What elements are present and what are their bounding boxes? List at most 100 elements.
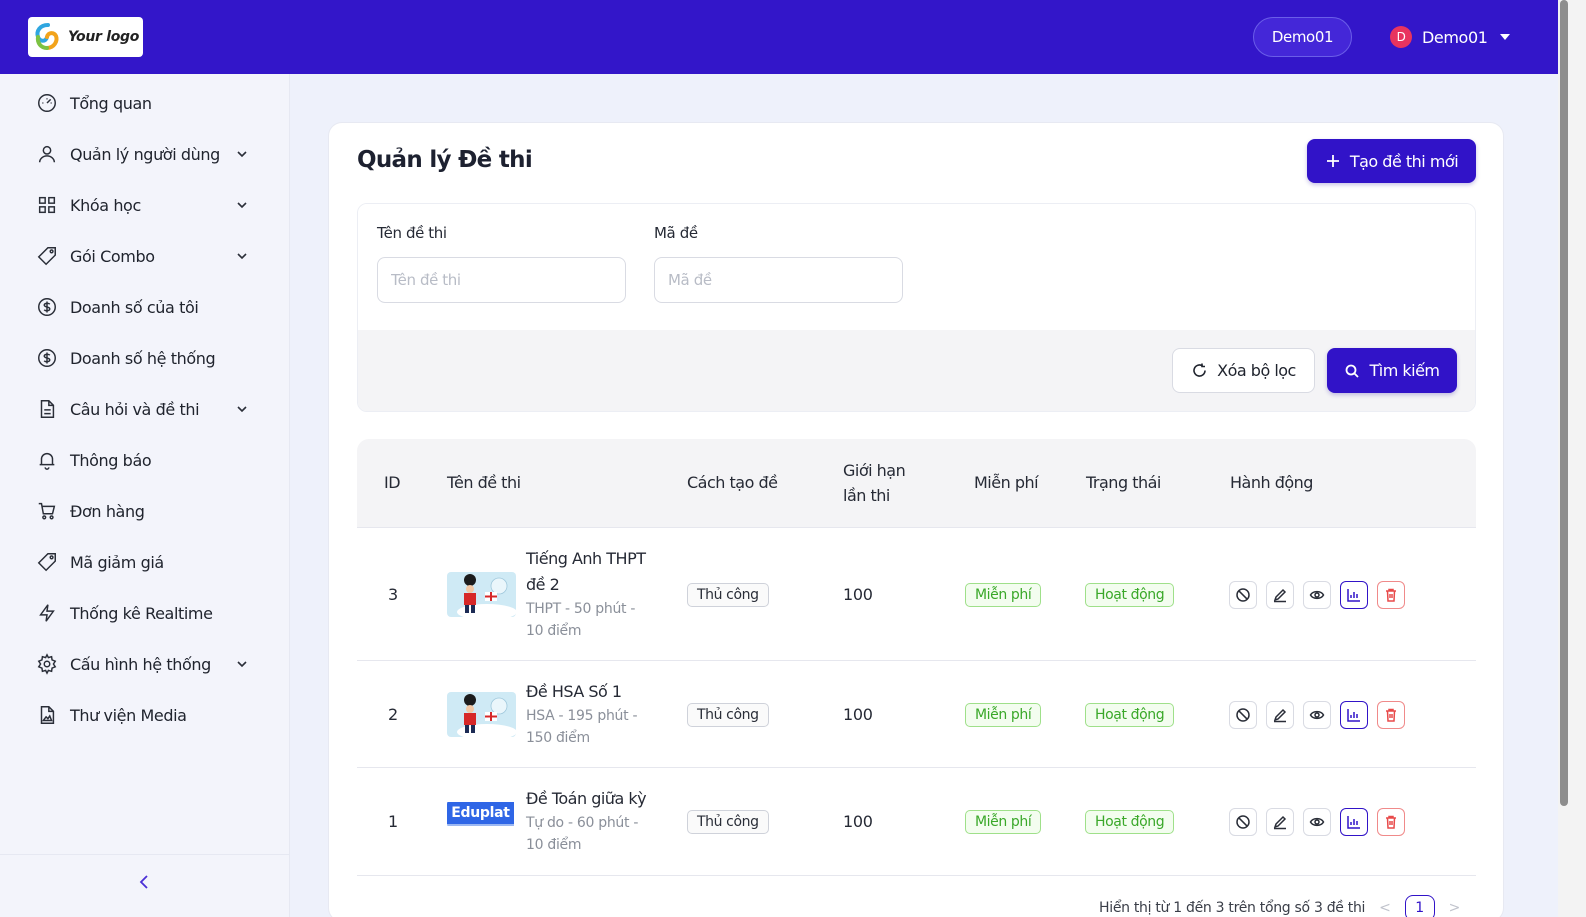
search-label: Tìm kiếm <box>1369 361 1440 380</box>
sidebar-item-coupons[interactable]: Mã giảm giá <box>36 547 266 577</box>
exam-code-label: Mã đề <box>654 224 698 242</box>
search-button[interactable]: Tìm kiếm <box>1327 348 1457 393</box>
top-bar: Your logo Demo01 D Demo01 <box>0 0 1558 74</box>
column-header-id: ID <box>384 473 401 492</box>
sidebar-item-label: Thống kê Realtime <box>70 603 213 623</box>
sidebar-item-courses[interactable]: Khóa học <box>36 190 266 220</box>
plus-icon <box>1326 155 1339 167</box>
create-exam-button[interactable]: Tạo đề thi mới <box>1307 139 1476 183</box>
sidebar-item-media-library[interactable]: Thư viện Media <box>36 700 266 730</box>
page-number-button[interactable]: 1 <box>1404 895 1435 917</box>
free-badge: Miễn phí <box>965 703 1042 727</box>
media-file-icon <box>40 706 55 724</box>
exam-name-input[interactable] <box>377 257 626 303</box>
exam-name-label: Tên đề thi <box>377 224 447 242</box>
exam-thumbnail: Eduplat <box>447 800 516 828</box>
edit-button[interactable] <box>1266 701 1294 729</box>
statistics-button[interactable] <box>1340 808 1368 836</box>
logo[interactable]: Your logo <box>28 17 143 57</box>
sidebar-item-users[interactable]: Quản lý người dùng <box>36 139 266 169</box>
sidebar: Tổng quan Quản lý người dùng Khóa học Gó… <box>0 74 290 917</box>
sidebar-item-label: Doanh số của tôi <box>70 297 199 317</box>
sidebar-item-label: Tổng quan <box>70 93 152 113</box>
table-row[interactable]: 1 Eduplat Đề Toán giữa kỳ Tự do - 60 phú… <box>357 768 1476 876</box>
sidebar-item-my-sales[interactable]: Doanh số của tôi <box>36 292 266 322</box>
chevron-down-icon <box>237 406 247 413</box>
user-menu[interactable]: D Demo01 <box>1390 24 1510 50</box>
pagination: Hiển thị từ 1 đến 3 trên tổng số 3 đề th… <box>1099 895 1460 917</box>
pencil-icon <box>1273 815 1287 830</box>
status-badge: Hoạt động <box>1085 703 1175 727</box>
sidebar-item-realtime-stats[interactable]: Thống kê Realtime <box>36 598 266 628</box>
chevron-down-icon <box>237 202 247 209</box>
view-button[interactable] <box>1303 581 1331 609</box>
bell-icon <box>39 452 55 470</box>
eduplat-logo-text: Eduplat <box>451 805 510 821</box>
tag-icon <box>37 553 56 572</box>
table-row[interactable]: 2 Đề HSA Số 1 HSA - 195 phút - 150 điểm … <box>357 661 1476 768</box>
dollar-icon <box>38 298 56 316</box>
row-id: 2 <box>388 705 398 724</box>
create-exam-label: Tạo đề thi mới <box>1349 151 1459 171</box>
clear-filter-label: Xóa bộ lọc <box>1217 361 1296 380</box>
sidebar-item-orders[interactable]: Đơn hàng <box>36 496 266 526</box>
guard-illustration-icon <box>447 572 516 617</box>
tag-icon <box>37 247 56 266</box>
exam-meta-line1: HSA - 195 phút - <box>526 708 638 724</box>
exam-code-input[interactable] <box>654 257 903 303</box>
column-header-status: Trạng thái <box>1086 473 1161 492</box>
prev-page-button[interactable]: < <box>1379 900 1391 916</box>
edit-button[interactable] <box>1266 808 1294 836</box>
scrollbar-thumb[interactable] <box>1560 0 1568 806</box>
view-button[interactable] <box>1303 808 1331 836</box>
disable-button[interactable] <box>1229 808 1257 836</box>
disable-button[interactable] <box>1229 701 1257 729</box>
exam-management-card: Quản lý Đề thi Tạo đề thi mới Tên đề thi… <box>328 122 1504 917</box>
dollar-icon <box>38 349 56 367</box>
sidebar-item-label: Doanh số hệ thống <box>70 348 216 368</box>
delete-button[interactable] <box>1377 701 1405 729</box>
logo-mark-icon <box>35 23 59 50</box>
document-icon <box>40 400 55 418</box>
view-button[interactable] <box>1303 701 1331 729</box>
next-page-button[interactable]: > <box>1449 900 1461 916</box>
account-pill[interactable]: Demo01 <box>1253 17 1352 57</box>
statistics-button[interactable] <box>1340 701 1368 729</box>
grid-icon <box>38 196 56 214</box>
sidebar-item-questions-exams[interactable]: Câu hỏi và đề thi <box>36 394 266 424</box>
free-badge: Miễn phí <box>965 583 1042 607</box>
limit-value: 100 <box>843 585 873 604</box>
method-badge: Thủ công <box>687 703 769 727</box>
method-badge: Thủ công <box>687 583 769 607</box>
ban-icon <box>1236 588 1250 602</box>
sidebar-item-system-config[interactable]: Cấu hình hệ thống <box>36 649 266 679</box>
sidebar-item-system-sales[interactable]: Doanh số hệ thống <box>36 343 266 373</box>
cart-icon <box>38 502 56 520</box>
exam-title: Tiếng Anh THPT đề 2 THPT - 50 phút - 10 … <box>526 546 656 642</box>
limit-value: 100 <box>843 705 873 724</box>
sidebar-item-combo[interactable]: Gói Combo <box>36 241 266 271</box>
clear-filter-button[interactable]: Xóa bộ lọc <box>1172 348 1315 393</box>
bolt-icon <box>39 604 55 622</box>
chevron-left-icon[interactable] <box>136 873 152 891</box>
disable-button[interactable] <box>1229 581 1257 609</box>
exam-meta-line2: 150 điểm <box>526 730 590 746</box>
sidebar-item-notifications[interactable]: Thông báo <box>36 445 266 475</box>
sidebar-item-overview[interactable]: Tổng quan <box>36 88 266 118</box>
avatar: D <box>1390 26 1412 48</box>
user-name: Demo01 <box>1422 27 1488 47</box>
bar-chart-icon <box>1347 709 1360 722</box>
search-icon <box>1346 364 1360 378</box>
table-row[interactable]: 3 Tiếng Anh THPT đề 2 THPT - 50 phút - 1… <box>357 528 1476 661</box>
column-header-free: Miễn phí <box>974 473 1039 492</box>
delete-button[interactable] <box>1377 808 1405 836</box>
chevron-down-icon <box>237 253 247 260</box>
statistics-button[interactable] <box>1340 581 1368 609</box>
column-header-actions: Hành động <box>1230 473 1313 492</box>
table-header: ID Tên đề thi Cách tạo đề Giới hạn lần t… <box>357 439 1476 528</box>
edit-button[interactable] <box>1266 581 1294 609</box>
caret-down-icon <box>1499 34 1510 40</box>
eye-icon <box>1309 710 1325 720</box>
sidebar-item-label: Mã giảm giá <box>70 552 164 572</box>
delete-button[interactable] <box>1377 581 1405 609</box>
